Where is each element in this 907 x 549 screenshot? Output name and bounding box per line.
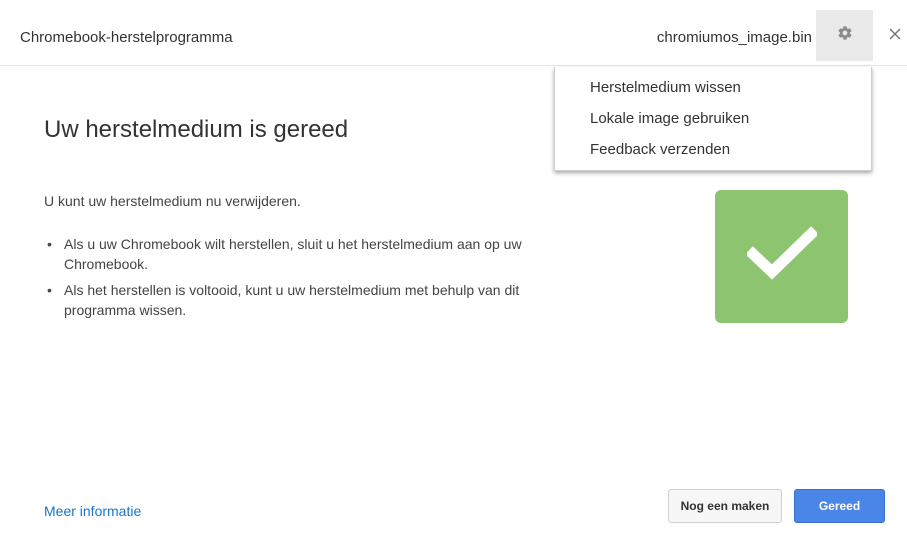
done-button[interactable]: Gereed bbox=[794, 489, 885, 523]
list-item: • Als het herstellen is voltooid, kunt u… bbox=[44, 280, 554, 320]
menu-item-use-local-image[interactable]: Lokale image gebruiken bbox=[555, 107, 871, 138]
intro-text: U kunt uw herstelmedium nu verwijderen. bbox=[44, 193, 301, 209]
menu-item-send-feedback[interactable]: Feedback verzenden bbox=[555, 138, 871, 169]
bullet-icon: • bbox=[47, 282, 52, 298]
settings-button[interactable] bbox=[816, 10, 873, 61]
app-title: Chromebook-herstelprogramma bbox=[20, 29, 233, 46]
more-info-link[interactable]: Meer informatie bbox=[44, 503, 141, 519]
list-item-text: Als u uw Chromebook wilt herstellen, slu… bbox=[64, 236, 522, 272]
recovery-app-window: Chromebook-herstelprogramma chromiumos_i… bbox=[0, 0, 907, 549]
title-bar: Chromebook-herstelprogramma chromiumos_i… bbox=[0, 0, 907, 66]
create-another-button[interactable]: Nog een maken bbox=[668, 489, 782, 523]
selected-image-filename: chromiumos_image.bin bbox=[656, 29, 812, 46]
instructions-list: • Als u uw Chromebook wilt herstellen, s… bbox=[44, 234, 554, 326]
close-button[interactable] bbox=[883, 20, 907, 52]
menu-item-wipe-media[interactable]: Herstelmedium wissen bbox=[555, 76, 871, 107]
bullet-icon: • bbox=[47, 236, 52, 252]
settings-menu: Herstelmedium wissen Lokale image gebrui… bbox=[554, 67, 872, 171]
gear-icon bbox=[837, 25, 853, 46]
page-title: Uw herstelmedium is gereed bbox=[44, 116, 349, 143]
list-item: • Als u uw Chromebook wilt herstellen, s… bbox=[44, 234, 554, 274]
success-status-tile bbox=[715, 190, 848, 323]
list-item-text: Als het herstellen is voltooid, kunt u u… bbox=[64, 282, 520, 318]
close-icon bbox=[888, 27, 902, 46]
checkmark-icon bbox=[744, 226, 819, 287]
